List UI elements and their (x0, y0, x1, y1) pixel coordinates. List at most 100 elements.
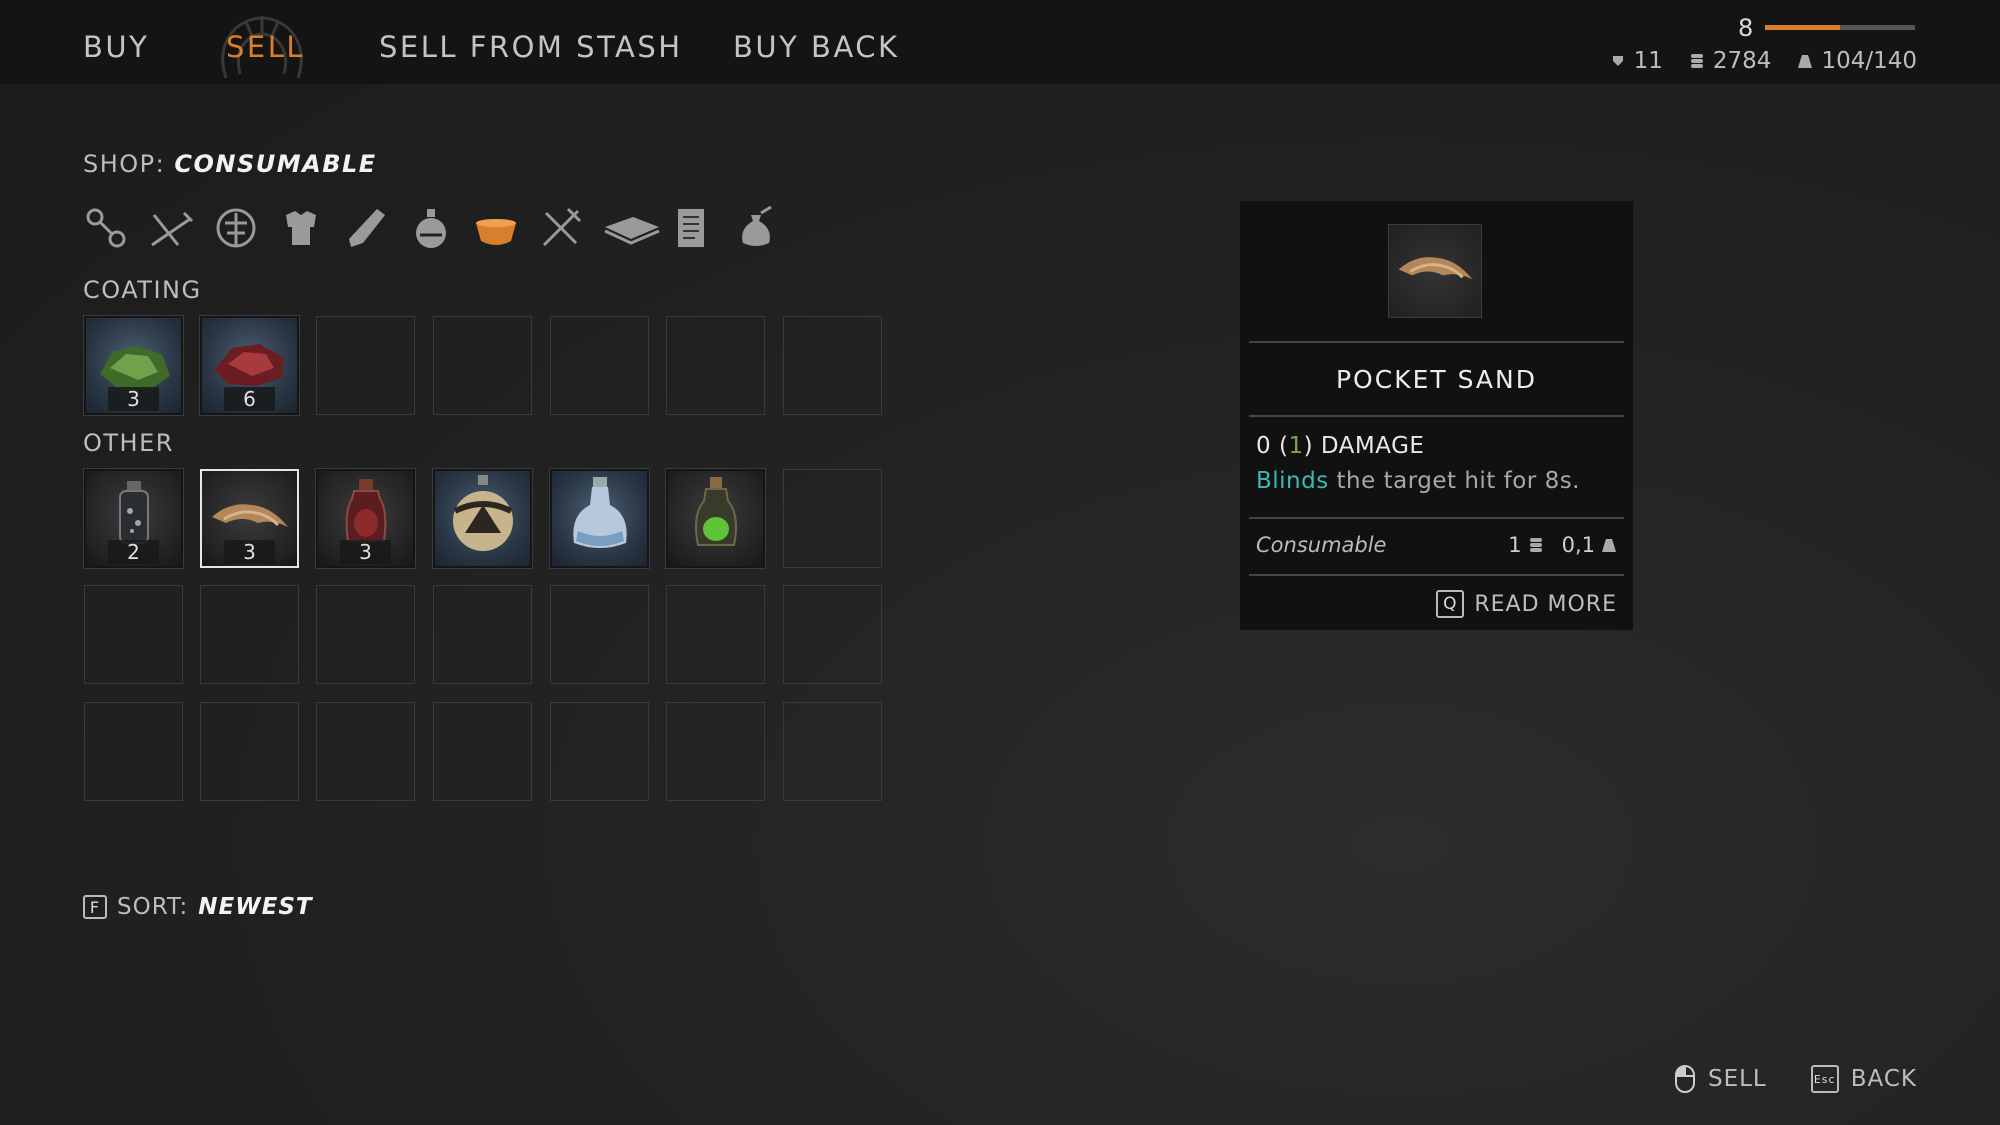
tooltip-item-image (1388, 224, 1482, 318)
category-shield[interactable] (213, 204, 278, 252)
inventory-slot-empty[interactable] (433, 316, 532, 415)
inventory-slot-empty[interactable] (666, 702, 765, 801)
weight-value: 104/140 (1821, 48, 1917, 74)
inventory-slot-empty[interactable] (783, 702, 882, 801)
pocket-sand-icon (1398, 257, 1473, 280)
item-count: 3 (340, 540, 391, 564)
tooltip-divider (1249, 517, 1624, 519)
inventory-slot-empty[interactable] (433, 702, 532, 801)
inventory-slot-pocket-sand[interactable]: 3 (200, 469, 299, 568)
inventory-slot-empty[interactable] (783, 316, 882, 415)
category-bar (83, 204, 798, 252)
xp-bar-fill (1765, 25, 1840, 30)
sort-control[interactable]: F SORT: NEWEST (83, 894, 313, 920)
inventory-slot-empty[interactable] (433, 585, 532, 684)
category-leg-armor[interactable] (343, 204, 408, 252)
food-bowl-icon (476, 219, 516, 245)
tooltip-divider (1249, 415, 1624, 417)
inventory-slot-empty[interactable] (666, 585, 765, 684)
inventory-slot-empty[interactable] (84, 702, 183, 801)
damage-bonus: 1 (1288, 433, 1304, 459)
coins-stat: 2784 (1689, 48, 1772, 74)
inventory-slot-empty[interactable] (316, 316, 415, 415)
weight-stat: 104/140 (1797, 48, 1917, 74)
description-text: the target hit for 8s. (1336, 468, 1580, 494)
sell-action-button[interactable]: SELL (1674, 1064, 1767, 1094)
skill-points-stat: 11 (1610, 48, 1663, 74)
xp-bar (1765, 25, 1915, 30)
smoke-bomb-icon (453, 475, 513, 551)
tab-buy[interactable]: BUY (83, 30, 149, 64)
inventory-slot-empty[interactable] (200, 585, 299, 684)
category-books[interactable] (603, 204, 668, 252)
inventory-slot-empty[interactable] (783, 469, 882, 568)
item-count: 3 (108, 387, 159, 411)
inventory-slot-dark-vial[interactable]: 2 (83, 468, 184, 569)
inventory-slot-empty[interactable] (84, 585, 183, 684)
tooltip-divider (1249, 341, 1624, 343)
damage-label: DAMAGE (1320, 433, 1425, 459)
category-weapon[interactable] (83, 204, 148, 252)
item-count: 2 (108, 540, 159, 564)
sort-value: NEWEST (198, 894, 313, 920)
inventory-slot-empty[interactable] (550, 585, 649, 684)
shop-category: CONSUMABLE (174, 150, 377, 178)
inventory-slot-green-coating[interactable]: 3 (83, 315, 184, 416)
coins-icon (1690, 54, 1703, 68)
coins-value: 2784 (1712, 48, 1772, 74)
tools-icon (542, 207, 582, 247)
tooltip-item-name: POCKET SAND (1335, 365, 1537, 394)
shield-icon (216, 208, 256, 248)
inventory-slot-smoke-bomb[interactable] (432, 468, 533, 569)
shop-label: SHOP: (83, 150, 166, 178)
book-icon (604, 217, 660, 245)
bottom-actions: SELL Esc BACK (1674, 1064, 1917, 1094)
inventory-slot-empty[interactable] (550, 702, 649, 801)
blue-flask-icon (573, 477, 627, 548)
inventory-slot-red-coating[interactable]: 6 (199, 315, 300, 416)
coins-icon (1529, 538, 1542, 552)
tooltip-price: 1 (1508, 533, 1522, 557)
read-more-label: READ MORE (1474, 591, 1617, 617)
category-pouch[interactable] (733, 204, 798, 252)
category-food[interactable] (473, 204, 538, 252)
category-armor[interactable] (278, 204, 343, 252)
tooltip-damage: 0 (1) DAMAGE (1256, 433, 1425, 459)
category-potion[interactable] (408, 204, 473, 252)
inventory-slot-empty[interactable] (666, 316, 765, 415)
inventory-slot-green-flask[interactable] (665, 468, 766, 569)
inventory-slot-red-potion[interactable]: 3 (315, 468, 416, 569)
inventory-slot-empty[interactable] (316, 585, 415, 684)
sort-key-hint: F (83, 895, 107, 919)
inventory-slot-blue-flask[interactable] (549, 468, 650, 569)
back-action-label: BACK (1850, 1066, 1917, 1092)
inventory-slot-empty[interactable] (550, 316, 649, 415)
description-keyword[interactable]: Blinds (1256, 468, 1329, 494)
item-count: 3 (224, 540, 275, 564)
category-swords[interactable] (148, 204, 213, 252)
section-label-coating: COATING (83, 276, 202, 304)
read-more-key-hint: Q (1436, 590, 1465, 618)
tooltip-item-type: Consumable (1256, 533, 1387, 557)
green-flask-icon (695, 477, 737, 546)
category-tools[interactable] (538, 204, 603, 252)
shop-title: SHOP: CONSUMABLE (83, 150, 377, 178)
inventory-slot-empty[interactable] (200, 702, 299, 801)
weapon-icon (86, 208, 126, 248)
inventory-slot-empty[interactable] (316, 702, 415, 801)
weight-icon (1602, 539, 1616, 552)
weight-icon (1798, 55, 1813, 68)
tab-sell[interactable]: SELL (226, 30, 305, 64)
item-count: 6 (224, 387, 275, 411)
tab-buy-back[interactable]: BUY BACK (733, 30, 900, 64)
potion-icon (416, 209, 446, 248)
skill-points-value: 11 (1633, 48, 1663, 74)
skill-point-icon (1612, 56, 1623, 66)
back-action-button[interactable]: Esc BACK (1810, 1064, 1917, 1094)
category-scrolls[interactable] (668, 204, 733, 252)
inventory-slot-empty[interactable] (783, 585, 882, 684)
tab-sell-from-stash[interactable]: SELL FROM STASH (379, 30, 683, 64)
tooltip-description: Blinds the target hit for 8s. (1256, 468, 1580, 494)
read-more-button[interactable]: Q READ MORE (1436, 590, 1617, 618)
armor-icon (286, 211, 316, 245)
